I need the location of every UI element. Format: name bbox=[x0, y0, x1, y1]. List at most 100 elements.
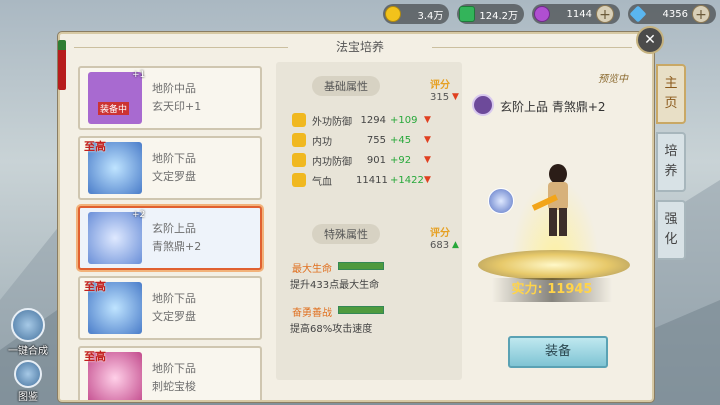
item-grade: 地阶下品 bbox=[152, 152, 196, 165]
basic-score-label: 评分 bbox=[430, 80, 450, 91]
special-attributes-title: 特殊属性 bbox=[312, 224, 380, 244]
hammer-icon bbox=[11, 308, 45, 342]
close-button[interactable]: ✕ bbox=[636, 26, 664, 54]
special-bar bbox=[338, 262, 384, 270]
gold-coin-icon bbox=[385, 6, 402, 22]
inner-defense-icon bbox=[292, 153, 306, 167]
tab-cultivate[interactable]: 培养 bbox=[656, 132, 686, 192]
title-divider-right bbox=[432, 47, 632, 48]
book-icon bbox=[14, 360, 42, 388]
attr-name: 内功 bbox=[312, 136, 332, 148]
attr-row: 内功防御 901 +92 ▼ bbox=[292, 152, 431, 168]
attr-name: 内功防御 bbox=[312, 156, 352, 168]
grade-badge: 至高 bbox=[84, 350, 106, 363]
item-name: 玄天印+1 bbox=[152, 100, 202, 113]
down-arrow-icon: ▼ bbox=[424, 115, 431, 125]
currency-gold: 3.4万 bbox=[383, 4, 450, 24]
hp-heart-icon bbox=[292, 173, 306, 187]
pedestal bbox=[478, 250, 630, 280]
item-grade: 地阶下品 bbox=[152, 362, 196, 375]
attr-value: 901 bbox=[366, 154, 386, 166]
attr-row: 内功 755 +45 ▼ bbox=[292, 132, 431, 148]
item-name: 文定罗盘 bbox=[152, 170, 196, 183]
treasure-name: 玄阶上品 青煞鼎+2 bbox=[500, 100, 606, 114]
panel-title: 法宝培养 bbox=[335, 40, 384, 54]
tassel-decoration bbox=[58, 40, 66, 90]
item-level: +1 bbox=[132, 70, 146, 80]
diamond-icon bbox=[629, 5, 647, 23]
list-item[interactable]: 至高 地阶下品 文定罗盘 bbox=[78, 276, 262, 340]
special-name: 最大生命 bbox=[292, 264, 332, 275]
title-divider-left bbox=[74, 47, 288, 48]
down-arrow-icon: ▼ bbox=[424, 175, 431, 185]
item-name: 刺蛇宝梭 bbox=[152, 380, 196, 393]
inner-power-icon bbox=[292, 133, 306, 147]
down-arrow-icon: ▼ bbox=[424, 135, 431, 145]
tab-home[interactable]: 主页 bbox=[656, 64, 686, 124]
grade-badge: 至高 bbox=[84, 280, 106, 293]
list-item[interactable]: 至高 地阶下品 刺蛇宝梭 bbox=[78, 346, 262, 400]
codex-button[interactable]: 图鉴 bbox=[8, 360, 48, 403]
power-display: 实力: 11945 bbox=[492, 278, 612, 302]
power-label: 实力: bbox=[511, 282, 543, 297]
special-score-value: 683 bbox=[430, 240, 450, 251]
add-purple-button[interactable]: + bbox=[596, 5, 614, 23]
special-desc: 提升433点最大生命 bbox=[290, 280, 380, 291]
side-btn-label: 图鉴 bbox=[18, 392, 38, 403]
item-name: 文定罗盘 bbox=[152, 310, 196, 323]
gold-value: 3.4万 bbox=[417, 10, 444, 22]
item-grade: 地阶下品 bbox=[152, 292, 196, 305]
attr-row: 气血 11411 +1422 ▼ bbox=[292, 172, 431, 188]
tab-label: 主页 bbox=[664, 76, 678, 111]
side-btn-label: 一键合成 bbox=[8, 346, 48, 357]
treasure-list[interactable]: +1 装备中 地阶中品 玄天印+1 至高 地阶下品 文定罗盘 +2 玄阶上品 青… bbox=[74, 66, 266, 400]
item-name: 青煞鼎+2 bbox=[152, 240, 202, 253]
diamond-value: 4356 bbox=[662, 8, 688, 20]
basic-attributes-title: 基础属性 bbox=[312, 76, 380, 96]
attr-value: 11411 bbox=[356, 174, 388, 186]
list-item[interactable]: +1 装备中 地阶中品 玄天印+1 bbox=[78, 66, 262, 130]
special-score-label: 评分 bbox=[430, 228, 450, 239]
basic-score-value: 315 bbox=[430, 92, 450, 103]
close-icon: ✕ bbox=[644, 32, 656, 48]
currency-purple: 1144 + bbox=[532, 4, 620, 24]
grade-badge: 至高 bbox=[84, 140, 106, 153]
special-desc: 提高68%攻击速度 bbox=[290, 324, 373, 335]
attr-value: 755 bbox=[366, 134, 386, 146]
attr-name: 气血 bbox=[312, 176, 332, 188]
purple-orb-icon bbox=[534, 6, 550, 22]
item-grade: 玄阶上品 bbox=[152, 222, 196, 235]
attr-delta: +92 bbox=[390, 154, 412, 166]
attr-row: 外功防御 1294 +109 ▼ bbox=[292, 112, 431, 128]
attr-delta: +109 bbox=[390, 114, 418, 126]
attr-value: 1294 bbox=[360, 114, 386, 126]
list-item[interactable]: 至高 地阶下品 文定罗盘 bbox=[78, 136, 262, 200]
attr-name: 外功防御 bbox=[312, 116, 352, 128]
special-name: 奋勇善战 bbox=[292, 308, 332, 319]
currency-diamond: 4356 + bbox=[628, 4, 716, 24]
character-figure bbox=[531, 164, 568, 236]
item-level: +2 bbox=[132, 210, 146, 220]
equip-button[interactable]: 装备 bbox=[508, 336, 608, 368]
jade-icon bbox=[459, 6, 476, 22]
add-diamond-button[interactable]: + bbox=[692, 5, 710, 23]
purple-value: 1144 bbox=[566, 8, 592, 20]
special-bar bbox=[338, 306, 384, 314]
tab-label: 培养 bbox=[664, 144, 678, 179]
currency-bar: 3.4万 124.2万 1144 + 4356 + bbox=[383, 3, 716, 25]
item-grade: 地阶中品 bbox=[152, 82, 196, 95]
list-item-selected[interactable]: +2 玄阶上品 青煞鼎+2 bbox=[78, 206, 262, 270]
equipped-tag: 装备中 bbox=[98, 102, 130, 115]
score-down-icon: ▼ bbox=[452, 92, 459, 102]
one-click-merge-button[interactable]: 一键合成 bbox=[8, 308, 48, 357]
down-arrow-icon: ▼ bbox=[424, 155, 431, 165]
preview-tag: 预览中 bbox=[598, 74, 628, 85]
tab-label: 强化 bbox=[664, 212, 678, 247]
treasure-emblem-icon bbox=[472, 94, 494, 116]
tab-enhance[interactable]: 强化 bbox=[656, 200, 686, 260]
attr-delta: +45 bbox=[390, 134, 412, 146]
score-up-icon: ▲ bbox=[452, 240, 459, 250]
currency-jade: 124.2万 bbox=[457, 4, 524, 24]
outer-defense-icon bbox=[292, 113, 306, 127]
attr-delta: +1422 bbox=[390, 174, 424, 186]
